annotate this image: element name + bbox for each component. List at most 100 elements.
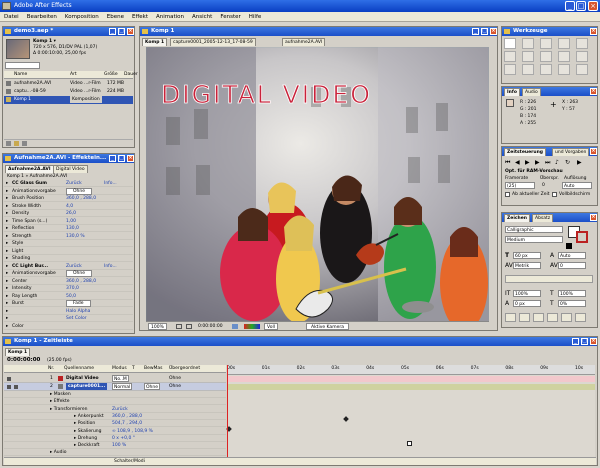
effect-property-value[interactable]: Zurück [66, 180, 82, 187]
twirl-icon[interactable]: ▸ [6, 248, 8, 255]
tab-absatz[interactable]: Absatz [532, 214, 554, 222]
effect-property-row[interactable]: Halo Alpha ▸ [4, 308, 133, 315]
layer-property-value[interactable]: Zurück [112, 406, 128, 413]
layer-property-row[interactable]: ▸ Effekte [4, 398, 226, 406]
puppet-tool-icon[interactable] [576, 64, 588, 75]
layer-property-value[interactable]: ∞ 108,9 , 108,9 % [112, 428, 153, 435]
panel-close-button[interactable]: × [490, 28, 497, 35]
resolution-select[interactable]: Voll [264, 323, 278, 330]
panel-close-button[interactable]: × [590, 214, 597, 221]
twirl-icon[interactable]: ▸ [6, 293, 8, 300]
menu-fenster[interactable]: Fenster [216, 12, 244, 22]
framerate-select[interactable]: (25) [505, 182, 535, 189]
tab-digital-video[interactable]: Digital Video [53, 165, 88, 173]
zoom-select[interactable]: 100% [148, 323, 167, 330]
track-xy-tool-icon[interactable] [504, 51, 516, 62]
tab-audio[interactable]: Audio [522, 88, 541, 96]
panel-minimize-button[interactable]: _ [572, 338, 579, 345]
panel-minimize-button[interactable]: _ [472, 28, 479, 35]
eye-icon[interactable] [7, 377, 11, 381]
effect-property-value[interactable]: 360,0 , 288,0 [66, 278, 96, 285]
leading-input[interactable]: Auto [558, 252, 586, 259]
effect-property-value[interactable]: Set Color [66, 315, 87, 322]
twirl-icon[interactable]: ▸ [6, 285, 8, 292]
camera-select[interactable]: Aktive Kamera [306, 323, 349, 330]
brush-tool-icon[interactable] [522, 64, 534, 75]
project-panel-title[interactable]: demo3.aep * _ □ × [3, 27, 134, 36]
tab-vorgaben[interactable]: und Vorgaben [552, 148, 590, 156]
twirl-icon[interactable]: ▸ [6, 233, 8, 240]
playhead-line[interactable] [227, 365, 228, 457]
rotate-tool-icon[interactable] [558, 38, 570, 49]
panel-maximize-button[interactable]: □ [118, 155, 125, 162]
twirl-icon[interactable]: ▸ [6, 180, 8, 187]
layer-property-value[interactable]: 504,7 , 294,0 [112, 420, 142, 427]
effect-property-value[interactable]: 1,00 [66, 218, 76, 225]
effects-panel-title[interactable]: Aufnahme2A.AVI - Effektein... _ □ × [3, 154, 134, 163]
resolution-select[interactable]: Auto [562, 182, 592, 189]
effect-property-value[interactable]: 360,0 , 288,0 [66, 195, 96, 202]
tracking-input[interactable]: 0 [558, 262, 586, 269]
tab-zeichen[interactable]: Zeichen [504, 214, 530, 222]
col-parent[interactable]: Übergeordnet [169, 365, 200, 372]
channel-icon[interactable] [244, 324, 260, 329]
layer-property-row[interactable]: ▸ Ankerpunkt 360,0 , 288,0 [4, 413, 226, 420]
effect-property-value[interactable]: Ohne [66, 187, 93, 195]
menu-hilfe[interactable]: Hilfe [245, 12, 266, 22]
tab-zeitsteuerung[interactable]: Zeitsteuerung [504, 148, 546, 156]
pan-behind-tool-icon[interactable] [540, 51, 552, 62]
effect-property-row[interactable]: Animationsvorgabe Ohne ▸ [4, 187, 133, 195]
effect-info-link[interactable]: Info... [104, 180, 117, 187]
panel-maximize-button[interactable]: □ [481, 28, 488, 35]
panel-close-button[interactable]: × [590, 88, 597, 95]
effect-property-value[interactable]: 4,0 [66, 203, 73, 210]
from-current-checkbox[interactable] [505, 192, 510, 197]
panel-maximize-button[interactable]: □ [581, 338, 588, 345]
effect-property-row[interactable]: Animationsvorgabe Ohne ▸ [4, 270, 133, 277]
col-nr[interactable]: Nr. [48, 365, 54, 372]
layer-parent-select[interactable]: Ohne [169, 383, 181, 390]
layer-property-row[interactable]: ▸ Audio [4, 449, 226, 457]
maximize-button[interactable]: □ [576, 1, 586, 11]
col-source-name[interactable]: Quellenname [64, 365, 94, 372]
font-size-input[interactable]: 60 px [513, 252, 541, 259]
comp-panel-title[interactable]: Komp 1 _ □ × [140, 27, 497, 36]
time-ruler[interactable]: 00s 01s 02s 03s 04s 05s 06s 07s 08s 09s 10s [227, 365, 595, 375]
effect-property-row[interactable]: Shading ▸ [4, 255, 133, 262]
col-size[interactable]: Größe [104, 71, 118, 78]
effect-property-value[interactable]: Halo Alpha [66, 308, 90, 315]
effect-property-row[interactable]: Strength 130,0 % ▸ [4, 233, 133, 240]
last-frame-icon[interactable]: ⏭ [545, 159, 550, 167]
text-tool-icon[interactable] [504, 64, 516, 75]
superscript-icon[interactable] [561, 313, 572, 322]
clone-tool-icon[interactable] [540, 64, 552, 75]
twirl-icon[interactable]: ▸ [6, 188, 8, 195]
twirl-icon[interactable]: ▸ [6, 323, 8, 330]
layer-property-row[interactable]: ▸ Masken [4, 391, 226, 398]
zoom-tool-icon[interactable] [540, 38, 552, 49]
new-comp-icon[interactable] [22, 141, 27, 146]
tab-komp-1-timeline[interactable]: Komp 1 [5, 348, 31, 356]
small-caps-icon[interactable] [547, 313, 558, 322]
tab-aufnahme[interactable]: Aufnahme2A.AVI [5, 165, 54, 173]
selection-tool-icon[interactable] [504, 38, 516, 49]
new-folder-icon[interactable] [14, 141, 19, 146]
kerning-input[interactable]: Metrik [513, 262, 541, 269]
tab-komp-1[interactable]: Komp 1 [142, 38, 168, 46]
next-frame-icon[interactable]: ▶ [535, 159, 540, 166]
eye-icon[interactable] [7, 385, 11, 389]
twirl-icon[interactable]: ▸ [6, 203, 8, 210]
twirl-icon[interactable]: ▸ [6, 315, 8, 322]
effect-property-row[interactable]: Set Color ▸ [4, 315, 133, 322]
layer-row-selected[interactable]: 2 capture0001... Normal Ohne Ohne [4, 383, 226, 391]
mask-tool-icon[interactable] [558, 51, 570, 62]
effect-property-row[interactable]: Burst Fade ▸ [4, 300, 133, 307]
panel-minimize-button[interactable]: _ [109, 155, 116, 162]
layer-bar[interactable] [227, 376, 595, 382]
layer-property-value[interactable]: 0 x +0,0 ° [112, 435, 135, 442]
effect-property-row[interactable]: Stroke Width 4,0 ▸ [4, 203, 133, 210]
effect-property-row[interactable]: Style ▸ [4, 240, 133, 247]
twirl-icon[interactable]: ▸ [6, 278, 8, 285]
effect-property-value[interactable]: Fade [66, 300, 91, 307]
faux-bold-icon[interactable] [505, 313, 516, 322]
